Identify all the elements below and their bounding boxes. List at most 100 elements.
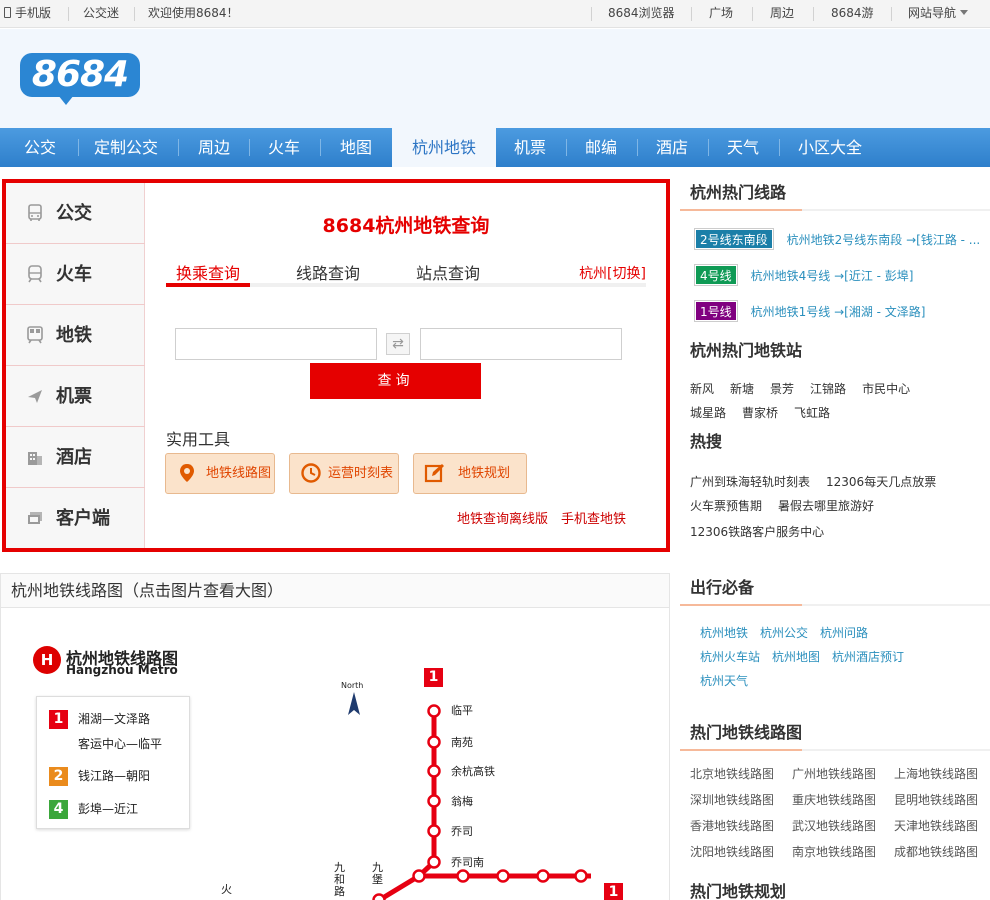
travel-link[interactable]: 杭州地图	[772, 650, 820, 664]
hot-search-link[interactable]: 12306每天几点放票	[826, 475, 936, 489]
travel-link[interactable]: 杭州火车站	[700, 650, 760, 664]
line-1-route	[372, 704, 591, 900]
search-button[interactable]: 查询	[310, 363, 481, 399]
map-link[interactable]: 深圳地铁线路图	[690, 791, 792, 808]
hot-maps-row: 深圳地铁线路图 重庆地铁线路图 昆明地铁线路图	[690, 791, 990, 808]
hot-search-link[interactable]: 暑假去哪里旅游好	[778, 499, 874, 513]
metro-map-image[interactable]: H 杭州地铁线路图 Hangzhou Metro 1 湘湖—文泽路 客运中心—临平…	[1, 609, 669, 900]
hot-line-item[interactable]: 2号线东南段 杭州地铁2号线东南段 →[钱江路 - ...	[694, 228, 981, 251]
title-underline	[680, 604, 802, 606]
tab-station[interactable]: 站点查询	[416, 260, 480, 284]
metro-planning-tool-button[interactable]: 地铁规划	[413, 453, 527, 494]
divider	[134, 7, 135, 21]
nav-item-nearby[interactable]: 周边	[184, 128, 244, 167]
map-link[interactable]: 上海地铁线路图	[894, 765, 990, 782]
site-logo[interactable]: 8684	[20, 53, 140, 105]
nav-item-custom-bus[interactable]: 定制公交	[86, 128, 166, 167]
main-nav: 公交 定制公交 周边 火车 地图 杭州地铁 机票 邮编 酒店 天气 小区大全	[0, 128, 990, 167]
title-underline	[680, 749, 802, 751]
station-label: 余杭高铁	[451, 765, 495, 778]
station-link[interactable]: 新风	[690, 382, 714, 396]
station-link[interactable]: 新塘	[730, 382, 754, 396]
timetable-tool-button[interactable]: 运营时刻表	[289, 453, 399, 494]
nav-item-postcode[interactable]: 邮编	[571, 128, 631, 167]
train-icon	[28, 265, 42, 283]
station-link[interactable]: 江锦路	[810, 382, 846, 396]
square-link[interactable]: 广场	[709, 0, 733, 28]
edit-icon	[424, 464, 444, 483]
map-link[interactable]: 昆明地铁线路图	[894, 791, 990, 808]
metro-map-tool-button[interactable]: 地铁线路图	[165, 453, 275, 494]
client-icon	[28, 512, 42, 524]
sidebar-item-bus[interactable]: 公交	[6, 183, 145, 244]
sidebar-item-client[interactable]: 客户端	[6, 488, 145, 549]
sidebar-item-subway[interactable]: 地铁	[6, 305, 145, 366]
station-label: 九堡	[372, 861, 383, 886]
bus-fans-link[interactable]: 公交迷	[83, 0, 119, 28]
tool-label: 运营时刻表	[328, 466, 394, 481]
hot-search-link[interactable]: 广州到珠海轻轨时刻表	[690, 475, 810, 489]
tab-line[interactable]: 线路查询	[296, 260, 360, 284]
nav-item-train[interactable]: 火车	[254, 128, 314, 167]
travel-link[interactable]: 杭州酒店预订	[832, 650, 904, 664]
map-link[interactable]: 沈阳地铁线路图	[690, 843, 792, 860]
hot-search-header: 热搜	[680, 418, 990, 452]
nav-item-map[interactable]: 地图	[326, 128, 386, 167]
line-1-badge-top: 1	[424, 668, 443, 687]
nav-item-hotel[interactable]: 酒店	[642, 128, 702, 167]
site-nav-dropdown[interactable]: 网站导航	[908, 0, 969, 28]
travel-link[interactable]: 杭州地铁	[700, 626, 748, 640]
welcome-text: 欢迎使用8684！	[148, 6, 239, 20]
sidebar-item-hotel[interactable]: 酒店	[6, 427, 145, 488]
divider	[813, 7, 814, 21]
browser-link[interactable]: 8684浏览器	[608, 0, 675, 28]
swap-icon[interactable]: ⇄	[386, 333, 410, 355]
sidebar-item-train[interactable]: 火车	[6, 244, 145, 305]
from-station-input[interactable]	[175, 328, 377, 360]
hot-search-link[interactable]: 火车票预售期	[690, 499, 762, 513]
divider	[249, 139, 250, 156]
travel-link[interactable]: 杭州问路	[820, 626, 868, 640]
station-label: 南苑	[451, 736, 473, 749]
logo-bubble-tail	[58, 95, 74, 105]
nav-item-bus[interactable]: 公交	[10, 128, 70, 167]
tab-transfer[interactable]: 换乘查询	[176, 260, 240, 284]
travel-link[interactable]: 杭州天气	[700, 674, 748, 688]
hot-line-link[interactable]: 杭州地铁1号线 →[湘湖 - 文泽路]	[751, 305, 926, 319]
mobile-version-link[interactable]: 手机版	[4, 0, 51, 28]
mobile-metro-link[interactable]: 手机查地铁	[561, 508, 626, 527]
nearby-link[interactable]: 周边	[770, 0, 794, 28]
divider	[708, 139, 709, 156]
travel-link[interactable]: 8684游	[831, 0, 874, 28]
divider	[891, 7, 892, 21]
hot-line-link[interactable]: 杭州地铁4号线 →[近江 - 彭埠]	[751, 269, 914, 283]
hot-line-item[interactable]: 4号线 杭州地铁4号线 →[近江 - 彭埠]	[694, 264, 914, 287]
offline-version-link[interactable]: 地铁查询离线版	[457, 508, 548, 527]
map-link[interactable]: 成都地铁线路图	[894, 843, 990, 860]
to-station-input[interactable]	[420, 328, 622, 360]
city-switch-link[interactable]: 杭州[切换]	[579, 263, 646, 283]
hot-search-link[interactable]: 12306铁路客户服务中心	[690, 525, 824, 539]
map-link[interactable]: 重庆地铁线路图	[792, 791, 894, 808]
hot-line-item[interactable]: 1号线 杭州地铁1号线 →[湘湖 - 文泽路]	[694, 300, 926, 323]
nav-item-weather[interactable]: 天气	[713, 128, 773, 167]
map-link[interactable]: 北京地铁线路图	[690, 765, 792, 782]
map-link[interactable]: 广州地铁线路图	[792, 765, 894, 782]
map-link[interactable]: 天津地铁线路图	[894, 817, 990, 834]
station-label: 乔司南	[451, 856, 484, 869]
tool-label: 地铁线路图	[206, 466, 272, 481]
hot-line-link[interactable]: 杭州地铁2号线东南段 →[钱江路 - ...	[787, 233, 981, 247]
nav-item-flights[interactable]: 机票	[500, 128, 560, 167]
map-link[interactable]: 南京地铁线路图	[792, 843, 894, 860]
travel-link[interactable]: 杭州公交	[760, 626, 808, 640]
map-link[interactable]: 武汉地铁线路图	[792, 817, 894, 834]
station-link[interactable]: 景芳	[770, 382, 794, 396]
title-underline	[680, 209, 802, 211]
sidebar-item-flights[interactable]: 机票	[6, 366, 145, 427]
section-title: 出行必备	[690, 578, 755, 597]
station-link[interactable]: 市民中心	[862, 382, 910, 396]
map-link[interactable]: 香港地铁线路图	[690, 817, 792, 834]
nav-item-hangzhou-metro[interactable]: 杭州地铁	[392, 128, 496, 167]
divider	[78, 139, 79, 156]
nav-item-community[interactable]: 小区大全	[786, 128, 874, 167]
